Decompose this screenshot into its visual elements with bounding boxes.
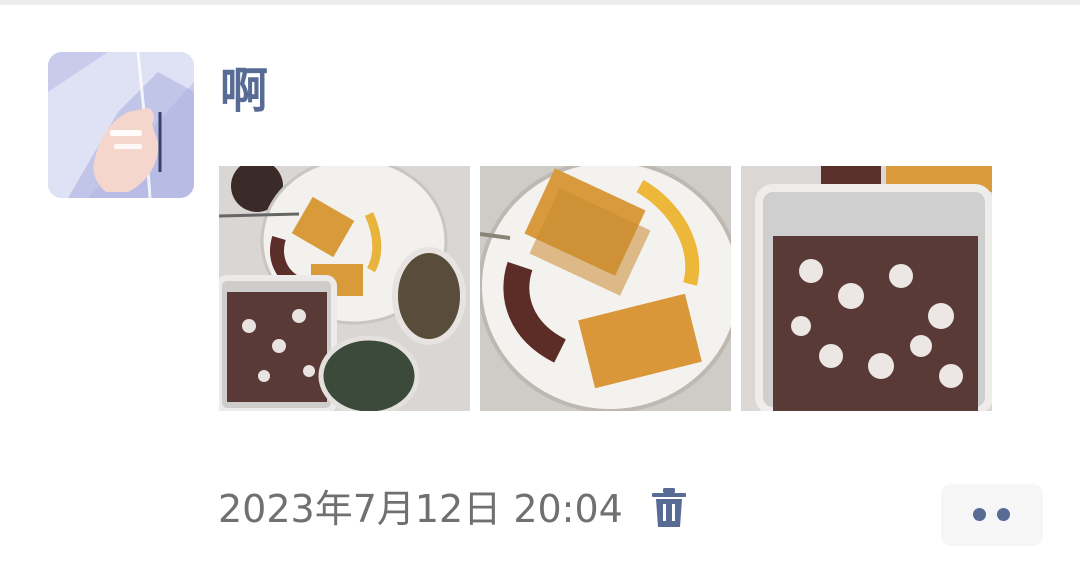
photo-3[interactable] <box>741 166 992 411</box>
more-dots-icon <box>997 508 1010 521</box>
food-plate-icon <box>480 166 731 411</box>
more-dots-icon <box>973 508 986 521</box>
more-button[interactable] <box>941 484 1043 546</box>
avatar[interactable] <box>48 52 194 198</box>
food-plate-icon <box>741 166 992 411</box>
post-timestamp: 2023年7月12日 20:04 <box>218 487 623 531</box>
photo-grid <box>219 166 992 411</box>
photo-1[interactable] <box>219 166 470 411</box>
author-name[interactable]: 啊 <box>220 58 268 124</box>
moment-post: 啊 2023年7月12日 20:04 <box>0 0 1080 585</box>
photo-2[interactable] <box>480 166 731 411</box>
hand-iv-drip-illustration-icon <box>48 52 194 198</box>
food-plate-icon <box>219 166 470 411</box>
trash-icon[interactable] <box>650 487 688 529</box>
